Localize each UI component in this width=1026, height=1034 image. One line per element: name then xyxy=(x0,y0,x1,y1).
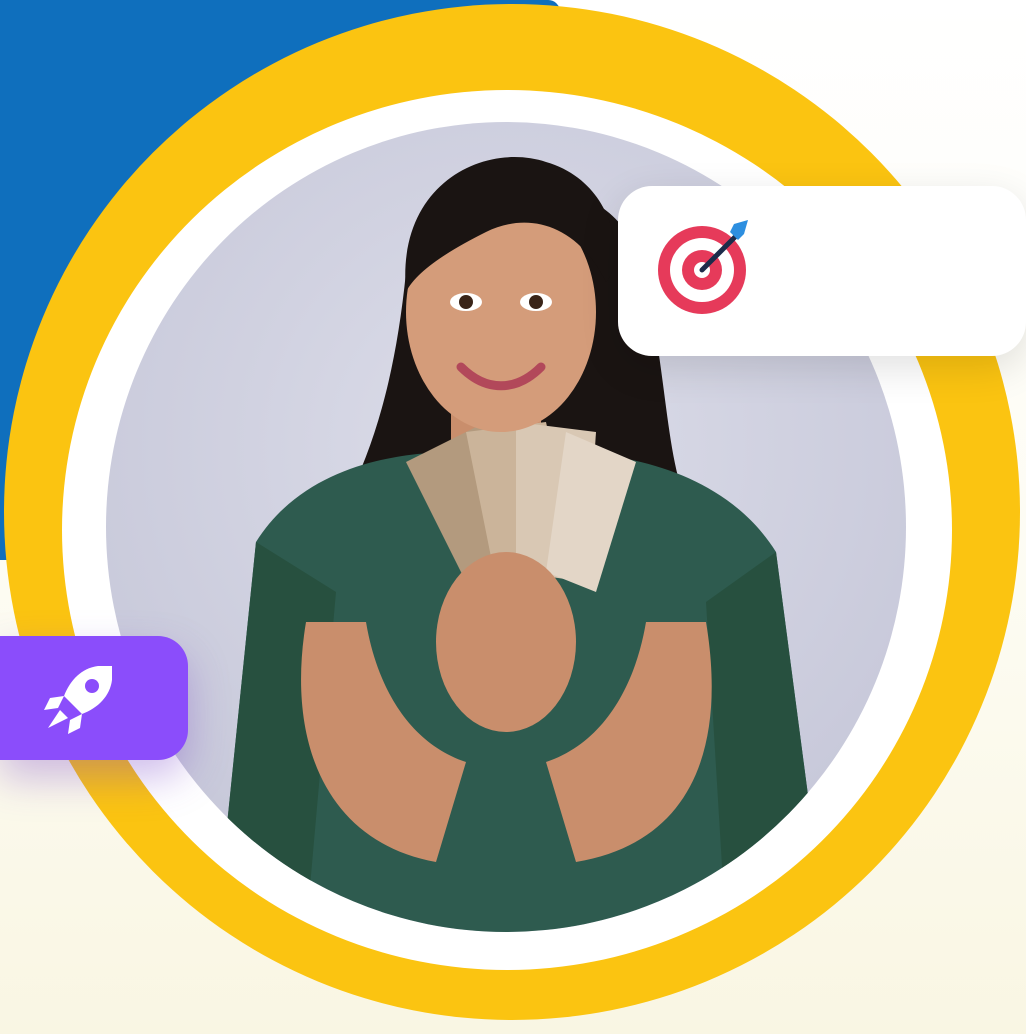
hero-illustration xyxy=(0,0,1026,1034)
rocket-badge-card xyxy=(0,636,188,760)
rocket-icon xyxy=(44,666,112,734)
target-dart-icon xyxy=(658,220,748,314)
target-badge-card xyxy=(618,186,1026,356)
